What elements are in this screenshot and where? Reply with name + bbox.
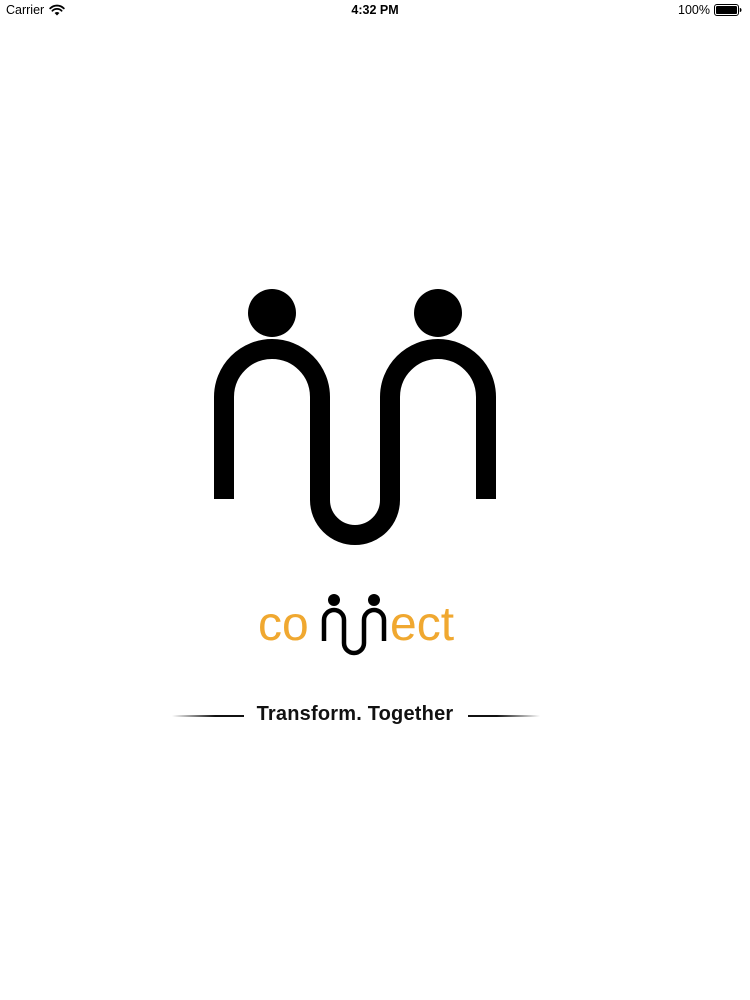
wordmark-logo-icon <box>321 594 387 656</box>
two-people-connected-logo <box>214 289 496 545</box>
wordmark-suffix: ect <box>390 598 454 651</box>
connected-bodies <box>214 339 496 545</box>
tagline-divider-right <box>468 715 540 717</box>
battery-percentage: 100% <box>678 3 710 17</box>
wordmark-prefix: co <box>258 598 309 651</box>
status-time: 4:32 PM <box>351 3 399 17</box>
status-right: 100% <box>678 3 742 17</box>
battery-icon <box>714 4 742 16</box>
right-head <box>414 289 462 337</box>
left-head <box>248 289 296 337</box>
status-bar: Carrier 4:32 PM 100% <box>0 0 750 22</box>
connect-wordmark: co ect <box>258 594 454 656</box>
tagline: Transform. Together <box>160 702 550 730</box>
